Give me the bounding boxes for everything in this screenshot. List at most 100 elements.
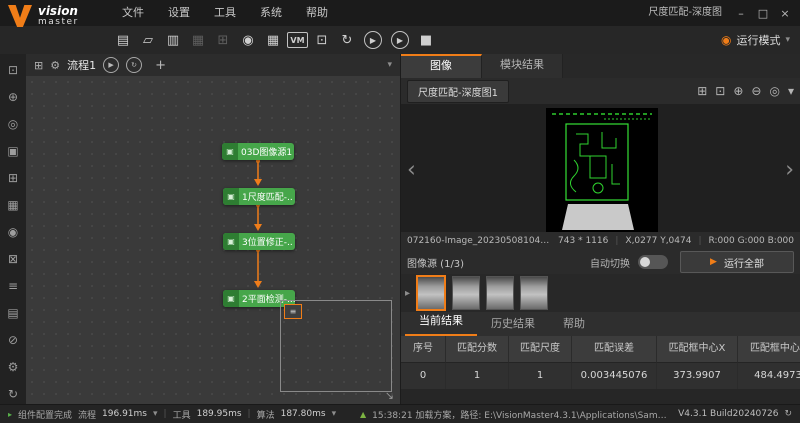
logo-line2: master xyxy=(38,18,79,27)
tool-settings-icon[interactable]: ⚙ xyxy=(4,358,22,376)
tool-comm-icon[interactable]: ⊘ xyxy=(4,331,22,349)
thumbnail[interactable] xyxy=(416,275,446,311)
algo-time-label: 算法 xyxy=(257,408,275,421)
stop-icon[interactable]: ■ xyxy=(415,29,437,51)
log-message: 15:38:21 加载方案，路径: E:\VisionMaster4.3.1\A… xyxy=(372,408,672,421)
export-icon[interactable]: ⊞ xyxy=(212,29,234,51)
canvas-resize-icon[interactable]: ↘ xyxy=(385,389,394,402)
right-panel-tabs: 图像 模块结果 xyxy=(401,54,800,78)
node-scale-match[interactable]: ▣ 1尺度匹配-.. xyxy=(223,188,295,205)
run-all-button[interactable]: ▶ 运行全部 xyxy=(680,251,794,273)
tool-align-icon[interactable]: ▦ xyxy=(4,196,22,214)
split-view-icon[interactable]: ⊞ xyxy=(697,84,707,98)
chevron-down-icon[interactable]: ▾ xyxy=(332,409,337,419)
document-title: 尺度匹配-深度图 xyxy=(648,0,722,26)
minimize-button[interactable]: – xyxy=(730,7,752,20)
thumbnail-strip: ▸ xyxy=(401,274,800,312)
tool-recognize-icon[interactable]: ▣ xyxy=(4,142,22,160)
node-position-fix[interactable]: ▣ 3位置修正-.. xyxy=(223,233,295,250)
data-queue-icon[interactable]: ▦ xyxy=(262,29,284,51)
auto-switch-toggle[interactable] xyxy=(638,255,668,269)
save-all-icon[interactable]: ▦ xyxy=(187,29,209,51)
tab-current-result[interactable]: 当前结果 xyxy=(405,310,477,336)
history-icon[interactable]: ↻ xyxy=(336,29,358,51)
tool-logic-icon[interactable]: ≡ xyxy=(4,277,22,295)
table-cell: 0 xyxy=(401,362,446,389)
tool-color-icon[interactable]: ▤ xyxy=(4,304,22,322)
locate-icon[interactable]: ◎ xyxy=(769,84,779,98)
tool-defect-icon[interactable]: ◉ xyxy=(4,223,22,241)
tool-help-icon[interactable]: ↻ xyxy=(4,385,22,403)
menu-tools[interactable]: 工具 xyxy=(202,0,248,26)
tool-calibrate-icon[interactable]: ⊞ xyxy=(4,169,22,187)
result-table: 序号 匹配分数 匹配尺度 匹配误差 匹配框中心X 匹配框中心Y 匹配框宽... … xyxy=(401,336,800,405)
run-all-label: 运行全部 xyxy=(724,255,764,270)
result-tabs: 当前结果 历史结果 帮助 xyxy=(401,312,800,337)
save-icon[interactable]: ▤ xyxy=(112,29,134,51)
depth-image[interactable] xyxy=(546,108,658,232)
tool-capture-icon[interactable]: ⊡ xyxy=(4,61,22,79)
warning-icon: ▲ xyxy=(360,410,366,419)
thumbnail[interactable] xyxy=(520,276,548,310)
run-mode-label: 运行模式 xyxy=(736,32,780,48)
prev-image-icon[interactable]: ‹ xyxy=(407,158,416,183)
menu-system[interactable]: 系统 xyxy=(248,0,294,26)
save-as-icon[interactable]: ▥ xyxy=(162,29,184,51)
chevron-down-icon[interactable]: ▾ xyxy=(153,409,158,419)
header-cell: 匹配误差 xyxy=(572,336,657,362)
node-image-source[interactable]: ▣ 03D图像源1 xyxy=(222,143,294,160)
image-source-bar: 图像源 (1/3) 自动切换 ▶ 运行全部 xyxy=(401,250,800,274)
tab-module-result[interactable]: 模块结果 xyxy=(482,54,563,78)
add-flow-button[interactable]: + xyxy=(155,58,166,73)
selection-menu-icon[interactable]: ≡ xyxy=(284,304,302,319)
flow-time-value: 196.91ms xyxy=(102,409,147,419)
maximize-button[interactable]: □ xyxy=(752,7,774,20)
config-status: 组件配置完成 xyxy=(18,408,72,421)
close-button[interactable]: × xyxy=(774,7,796,20)
tool-measure-icon[interactable]: ◎ xyxy=(4,115,22,133)
app-window: vision master 文件 设置 工具 系统 帮助 尺度匹配-深度图 – … xyxy=(0,0,800,423)
zoom-out-icon[interactable]: ⊖ xyxy=(751,84,761,98)
thumbnail[interactable] xyxy=(452,276,480,310)
tool-locate-icon[interactable]: ⊕ xyxy=(4,88,22,106)
flow-run-loop-icon[interactable]: ↻ xyxy=(126,57,142,73)
run-continuous-icon[interactable]: ▶ xyxy=(391,31,409,49)
flow-collapse-icon[interactable]: ▾ xyxy=(387,60,392,70)
menu-settings[interactable]: 设置 xyxy=(156,0,202,26)
tab-image[interactable]: 图像 xyxy=(401,54,482,80)
view-more-icon[interactable]: ▾ xyxy=(788,84,794,98)
flow-settings-icon[interactable]: ⚙ xyxy=(50,59,60,72)
tool-image-icon[interactable]: ⊠ xyxy=(4,250,22,268)
tab-help[interactable]: 帮助 xyxy=(549,312,599,336)
camera-icon[interactable]: ◉ xyxy=(237,29,259,51)
run-mode-button[interactable]: ◉ 运行模式 ▾ xyxy=(721,32,800,48)
table-cell: 0.003445076 xyxy=(572,362,657,389)
ready-icon: ▸ xyxy=(8,410,12,419)
run-mode-icon: ◉ xyxy=(721,33,731,47)
flow-icon[interactable]: ⊞ xyxy=(34,59,43,72)
flow-run-once-icon[interactable]: ▶ xyxy=(103,57,119,73)
selection-box[interactable]: ≡ xyxy=(280,300,392,392)
right-panel: 图像 模块结果 尺度匹配-深度图1 ⊞ ⊡ ⊕ ⊖ ◎ ▾ ‹ › xyxy=(400,54,800,405)
flow-panel: ⊞ ⚙ 流程1 ▶ ↻ + ▾ ▣ 03D图像源1 xyxy=(26,54,400,405)
module-library-icon[interactable]: ⊡ xyxy=(311,29,333,51)
refresh-icon[interactable]: ↻ xyxy=(784,409,792,419)
algo-time-value: 187.80ms xyxy=(281,409,326,419)
table-cell: 373.9907 xyxy=(657,362,738,389)
menu-file[interactable]: 文件 xyxy=(110,0,156,26)
next-image-icon[interactable]: › xyxy=(785,158,794,183)
thumbnail[interactable] xyxy=(486,276,514,310)
image-viewer[interactable]: ‹ › xyxy=(401,104,800,236)
tab-history-result[interactable]: 历史结果 xyxy=(477,312,549,336)
run-once-icon[interactable]: ▶ xyxy=(364,31,382,49)
image-source-selector[interactable]: 尺度匹配-深度图1 xyxy=(407,80,509,103)
thumb-expand-icon[interactable]: ▸ xyxy=(405,288,410,299)
flow-tab[interactable]: 流程1 xyxy=(67,57,96,73)
table-row[interactable]: 0 1 1 0.003445076 373.9907 484.4973 657.… xyxy=(401,362,800,389)
flow-canvas[interactable]: ▣ 03D图像源1 ▣ 1尺度匹配-.. ▣ 3位置修正-.. ▣ 2平面检测-… xyxy=(26,76,400,405)
vm-module-icon[interactable]: VM xyxy=(287,32,308,48)
menu-help[interactable]: 帮助 xyxy=(294,0,340,26)
zoom-in-icon[interactable]: ⊕ xyxy=(733,84,743,98)
fit-view-icon[interactable]: ⊡ xyxy=(715,84,725,98)
open-solution-icon[interactable]: ▱ xyxy=(137,29,159,51)
